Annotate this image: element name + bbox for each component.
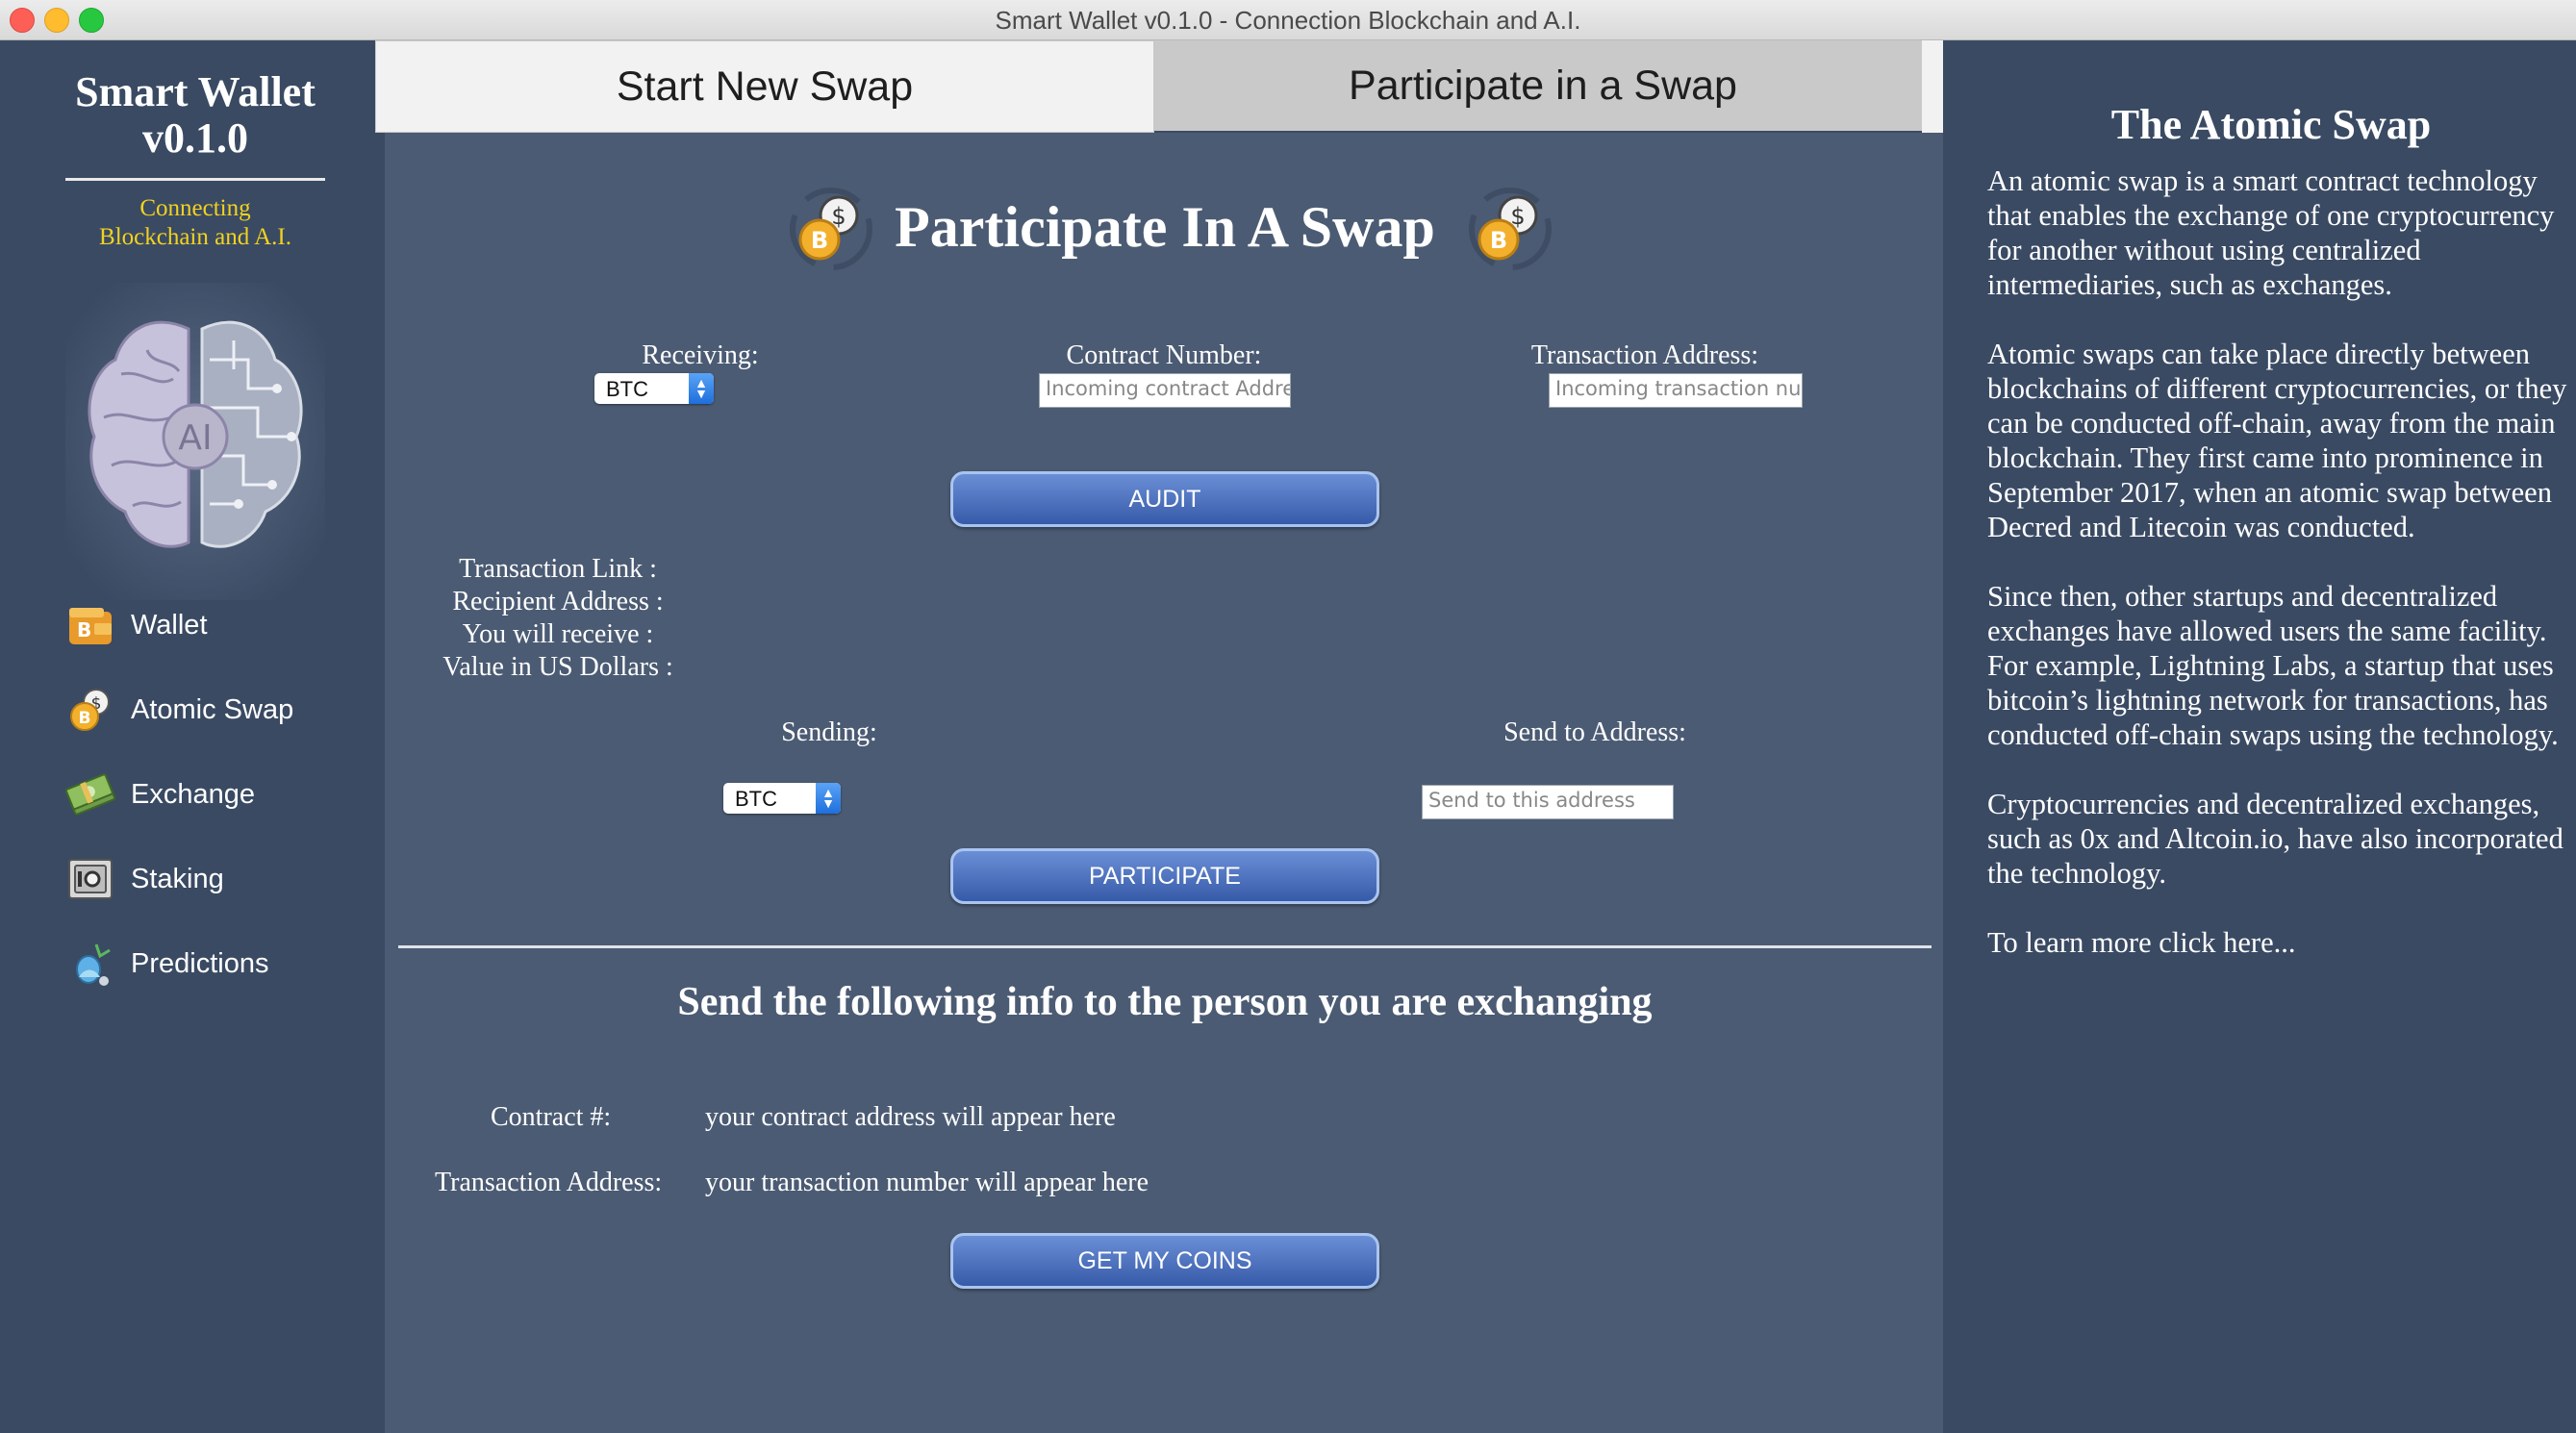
svg-text:B: B: [77, 618, 91, 641]
contract-number-label: Contract Number:: [1066, 340, 1262, 370]
transaction-row-label: Transaction Address:: [435, 1168, 663, 1197]
info-panel: The Atomic Swap An atomic swap is a smar…: [1943, 40, 2576, 1433]
select-arrows-icon: ▲ ▼: [816, 783, 841, 814]
you-will-receive-label: You will receive :: [462, 619, 654, 649]
coin-swap-icon: $ B: [1469, 188, 1552, 270]
app-title-name: Smart Wallet: [75, 68, 316, 115]
contract-row-value: your contract address will appear here: [705, 1102, 1116, 1132]
sidebar-item-label: Predictions: [131, 947, 269, 979]
tab-bar-edge: [1922, 40, 1943, 133]
send-to-address-label: Send to Address:: [1503, 717, 1686, 747]
sidebar-item-label: Atomic Swap: [131, 693, 294, 725]
svg-text:B: B: [1490, 227, 1507, 254]
value-usd-label: Value in US Dollars :: [442, 652, 673, 682]
contract-row-label: Contract #:: [491, 1102, 612, 1132]
transaction-address-label: Transaction Address:: [1530, 340, 1759, 370]
learn-more-link[interactable]: To learn more click here...: [1987, 925, 2570, 960]
tagline-line-1: Connecting: [139, 195, 251, 221]
sidebar-item-exchange[interactable]: Exchange: [63, 766, 371, 823]
tab-participate-in-a-swap[interactable]: Participate in a Swap: [1154, 40, 1932, 131]
swap-tabs: Start New Swap Participate in a Swap: [375, 40, 1953, 133]
sending-label: Sending:: [781, 717, 877, 747]
svg-text:B: B: [79, 709, 91, 728]
sending-value: BTC: [735, 787, 777, 811]
section-divider: [398, 945, 1932, 948]
tagline-line-2: Blockchain and A.I.: [99, 224, 291, 250]
info-paragraph: An atomic swap is a smart contract techn…: [1987, 164, 2555, 301]
info-panel-body: An atomic swap is a smart contract techn…: [1987, 163, 2570, 994]
recipient-address-label: Recipient Address :: [452, 587, 664, 616]
info-paragraph: Since then, other startups and decentral…: [1987, 580, 2559, 751]
receiving-select[interactable]: BTC ▲ ▼: [594, 373, 714, 404]
send-info-heading: Send the following info to the person yo…: [677, 980, 1653, 1024]
audit-button[interactable]: AUDIT: [950, 471, 1379, 527]
tab-start-new-swap[interactable]: Start New Swap: [375, 40, 1154, 133]
predictions-icon: [63, 937, 117, 991]
title-divider: [65, 178, 325, 181]
app-tagline: Connecting Blockchain and A.I.: [0, 194, 391, 252]
send-to-address-input[interactable]: Send to this address: [1422, 785, 1674, 819]
transaction-link-label: Transaction Link :: [459, 554, 657, 584]
info-panel-title: The Atomic Swap: [2110, 101, 2432, 148]
sidebar-item-label: Wallet: [131, 609, 208, 641]
sidebar-item-atomic-swap[interactable]: $ B Atomic Swap: [63, 681, 371, 739]
sending-select[interactable]: BTC ▲ ▼: [723, 783, 841, 814]
safe-icon: [63, 852, 117, 906]
sidebar-item-staking[interactable]: Staking: [63, 850, 371, 908]
info-paragraph: Cryptocurrencies and decentralized excha…: [1987, 788, 2563, 890]
receiving-value: BTC: [606, 377, 648, 401]
participate-button[interactable]: PARTICIPATE: [950, 848, 1379, 904]
sidebar: Smart Wallet v0.1.0 Connecting Blockchai…: [0, 40, 385, 1433]
info-paragraph: Atomic swaps can take place directly bet…: [1987, 338, 2567, 543]
select-arrows-icon: ▲ ▼: [689, 373, 714, 404]
sidebar-item-label: Exchange: [131, 778, 255, 810]
logo-ai-text: AI: [178, 418, 212, 458]
exchange-icon: [63, 767, 117, 821]
contract-number-input[interactable]: Incoming contract Address: [1039, 373, 1291, 408]
receiving-label: Receiving:: [642, 340, 759, 370]
page-title: Participate In A Swap: [895, 195, 1435, 259]
participate-panel: $ B Participate In A Swap $ B Receiving:…: [385, 133, 1943, 1433]
ai-brain-logo: AI: [65, 283, 325, 600]
sidebar-item-label: Staking: [131, 863, 224, 894]
app-title-version: v0.1.0: [142, 114, 248, 162]
sidebar-item-predictions[interactable]: Predictions: [63, 935, 371, 993]
get-my-coins-button[interactable]: GET MY COINS: [950, 1233, 1379, 1289]
title-bar: Smart Wallet v0.1.0 - Connection Blockch…: [0, 0, 2576, 40]
atomic-swap-icon: $ B: [63, 683, 117, 737]
app-title: Smart Wallet v0.1.0: [0, 69, 391, 162]
wallet-icon: B: [63, 598, 117, 652]
sidebar-item-wallet[interactable]: B Wallet: [63, 596, 371, 654]
window-title: Smart Wallet v0.1.0 - Connection Blockch…: [995, 6, 1581, 35]
transaction-row-value: your transaction number will appear here: [705, 1168, 1149, 1197]
transaction-address-input[interactable]: Incoming transaction number: [1549, 373, 1803, 408]
